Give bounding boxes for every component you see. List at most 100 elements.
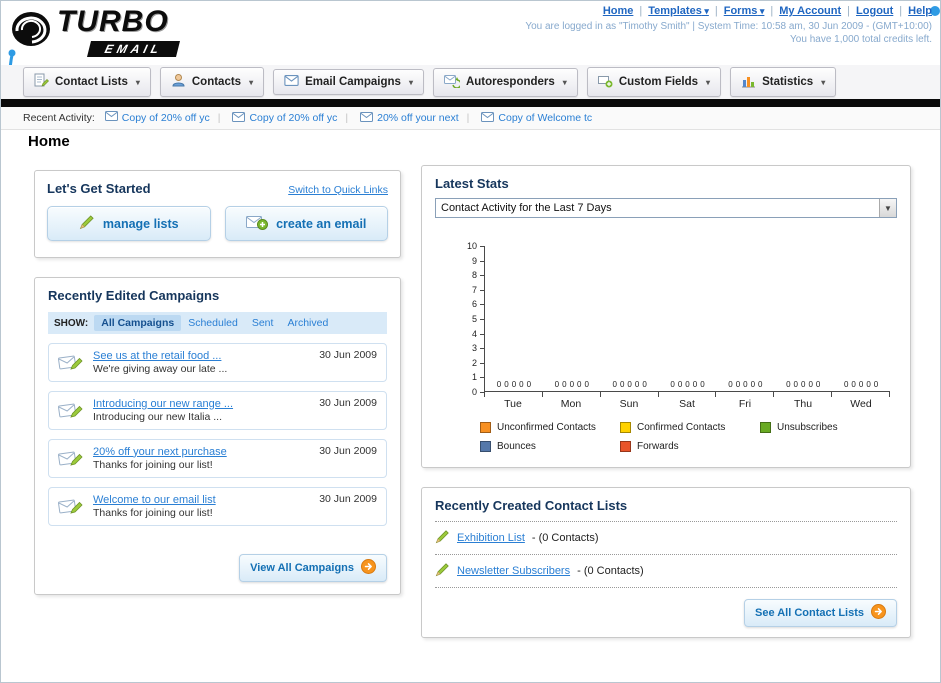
nav-tab-contacts[interactable]: Contacts ▾: [159, 67, 265, 97]
page-title: Home: [28, 133, 70, 150]
campaign-title-link[interactable]: Introducing our new range ...: [93, 397, 233, 411]
legend-label: Unconfirmed Contacts: [497, 422, 596, 433]
bar-value-labels: 00000: [716, 380, 774, 389]
campaign-date: 30 Jun 2009: [319, 397, 377, 409]
envelope-icon: [232, 111, 246, 125]
contact-list-link[interactable]: Newsletter Subscribers: [457, 565, 570, 577]
chevron-down-icon: ▼: [879, 199, 896, 217]
view-all-campaigns-button[interactable]: View All Campaigns: [239, 554, 387, 582]
see-all-contact-lists-button[interactable]: See All Contact Lists: [743, 599, 897, 627]
top-link-templates[interactable]: Templates: [633, 5, 708, 17]
manage-lists-button[interactable]: manage lists: [47, 206, 211, 241]
campaign-row[interactable]: Introducing our new range ... Introducing…: [48, 391, 387, 430]
recent-activity-link[interactable]: Copy of 20% off yc: [249, 112, 337, 124]
arrow-circle-icon: [871, 604, 886, 622]
top-link-home[interactable]: Home: [603, 5, 634, 17]
campaign-list: See us at the retail food ... We're givin…: [48, 343, 387, 526]
campaign-text: Introducing our new range ... Introducing…: [93, 397, 233, 425]
manage-lists-label: manage lists: [102, 216, 179, 231]
campaign-filter-archived[interactable]: Archived: [280, 315, 335, 331]
switch-quick-links-link[interactable]: Switch to Quick Links: [288, 184, 388, 196]
bar-group-sun: 00000: [601, 246, 659, 391]
envelope-icon: [360, 111, 374, 125]
create-email-button[interactable]: create an email: [224, 206, 388, 241]
bar-value-labels: 00000: [543, 380, 601, 389]
y-axis-label: 8: [471, 270, 477, 281]
bar-value: 0: [627, 380, 632, 389]
envelope-plus-icon: [246, 214, 269, 233]
campaign-filter-all-campaigns[interactable]: All Campaigns: [94, 315, 182, 331]
chevron-down-icon: ▾: [562, 77, 567, 87]
campaign-filters: All Campaigns Scheduled Sent Archived: [94, 315, 335, 331]
chart-y-axis: 10 9 8 7 6 5 4 3 2 1 0: [458, 241, 484, 397]
nav-tab-email-campaigns[interactable]: Email Campaigns ▾: [273, 69, 424, 95]
x-axis-tick: [889, 392, 890, 397]
campaign-row[interactable]: Welcome to our email list Thanks for join…: [48, 487, 387, 526]
nav-tab-custom-fields[interactable]: Custom Fields ▾: [586, 67, 722, 97]
bar-value: 0: [511, 380, 517, 389]
contact-list-link[interactable]: Exhibition List: [457, 532, 525, 544]
y-axis-label: 6: [471, 299, 477, 310]
logo-subtitle: EMAIL: [87, 41, 181, 57]
bar-value: 0: [851, 380, 856, 389]
top-link-logout[interactable]: Logout: [841, 5, 893, 17]
recent-activity-link[interactable]: 20% off your next: [377, 112, 459, 124]
campaign-title-link[interactable]: See us at the retail food ...: [93, 349, 227, 363]
x-axis-tick: [773, 392, 775, 397]
recent-contact-lists-panel: Recently Created Contact Lists Exhibitio…: [421, 487, 911, 638]
bar-value: 0: [700, 380, 705, 389]
chevron-down-icon: ▾: [408, 77, 413, 87]
y-axis-label: 9: [471, 255, 477, 266]
recent-activity-link[interactable]: Copy of Welcome tc: [498, 112, 592, 124]
bar-value: 0: [634, 380, 640, 389]
bar-value: 0: [519, 380, 524, 389]
top-link-help[interactable]: Help: [893, 5, 932, 17]
campaign-filter-strip: SHOW: All Campaigns Scheduled Sent Archived: [48, 312, 387, 334]
x-axis-label: Sun: [619, 398, 639, 410]
recent-activity-item[interactable]: Copy of Welcome tc: [459, 111, 592, 125]
bar-value: 0: [735, 380, 741, 389]
recent-activity-item[interactable]: Copy of 20% off yc: [210, 111, 337, 125]
envelope-pencil-icon: [58, 448, 84, 469]
contact-list-detail: - (0 Contacts): [531, 532, 599, 544]
campaign-title-link[interactable]: Welcome to our email list: [93, 493, 216, 507]
campaign-filter-scheduled[interactable]: Scheduled: [181, 315, 245, 331]
legend-swatch: [620, 441, 631, 452]
nav-tab-label: Contact Lists: [55, 76, 128, 88]
recent-activity-link[interactable]: Copy of 20% off yc: [122, 112, 210, 124]
nav-tab-autoresponders[interactable]: Autoresponders ▾: [432, 67, 578, 97]
x-axis-label: Fri: [738, 398, 752, 410]
campaign-row[interactable]: 20% off your next purchase Thanks for joi…: [48, 439, 387, 478]
x-axis-label: Wed: [850, 398, 872, 410]
nav-tab-contact-lists[interactable]: Contact Lists ▾: [23, 67, 151, 97]
top-links: HomeTemplatesFormsMy AccountLogoutHelp: [525, 5, 932, 17]
contact-list-item[interactable]: Newsletter Subscribers - (0 Contacts): [422, 555, 910, 587]
contact-list-item[interactable]: Exhibition List - (0 Contacts): [422, 522, 910, 554]
nav-tab-statistics[interactable]: Statistics ▾: [730, 67, 837, 97]
bar-value: 0: [612, 380, 617, 389]
nav-tab-label: Statistics: [762, 76, 814, 88]
recent-activity-item[interactable]: 20% off your next: [337, 111, 459, 125]
page: TURBO EMAIL HomeTemplatesFormsMy Account…: [0, 0, 941, 683]
bar-value: 0: [743, 380, 748, 389]
top-link-forms[interactable]: Forms: [709, 5, 765, 17]
pencil-icon: [435, 529, 450, 547]
chart-plot-area: 00000000000000000000000000000000000: [484, 246, 890, 397]
chevron-down-icon: ▾: [706, 77, 711, 87]
bar-value: 0: [677, 380, 683, 389]
top-link-my-account[interactable]: My Account: [764, 5, 841, 17]
campaign-row[interactable]: See us at the retail food ... We're givin…: [48, 343, 387, 382]
bar-value: 0: [858, 380, 864, 389]
campaign-filter-sent[interactable]: Sent: [245, 315, 281, 331]
recent-activity-item[interactable]: Copy of 20% off yc: [104, 111, 210, 124]
legend-swatch: [620, 422, 631, 433]
bar-value: 0: [642, 380, 647, 389]
stats-period-select[interactable]: Contact Activity for the Last 7 Days ▼: [435, 198, 897, 218]
bar-value: 0: [619, 380, 625, 389]
legend-swatch: [760, 422, 771, 433]
campaign-title-link[interactable]: 20% off your next purchase: [93, 445, 227, 459]
recent-activity-bar: Recent Activity: Copy of 20% off ycCopy …: [1, 107, 940, 130]
x-axis-tick: [831, 392, 833, 397]
logo-title: TURBO: [57, 5, 169, 38]
x-axis-label: Tue: [504, 398, 522, 410]
